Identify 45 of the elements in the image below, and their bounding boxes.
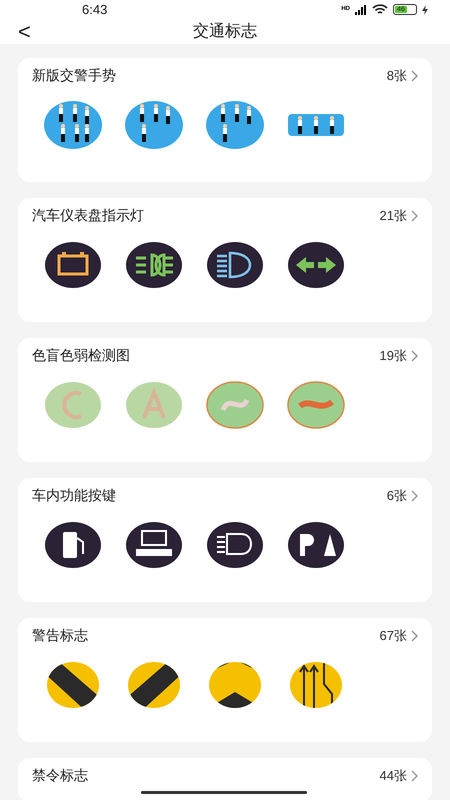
status-time: 6:43 [82,1,108,19]
charging-icon [422,4,428,15]
image-count: 21张 [380,206,407,225]
traffic-police-gesture-drawing [205,100,265,150]
category-title: 警告标志 [32,626,88,645]
chevron-right-icon [411,490,418,502]
dashboard-light-drawing [43,240,103,290]
image-count: 19张 [380,346,407,365]
chevron-right-icon [411,70,418,82]
category-card[interactable]: 汽车仪表盘指示灯 21张 [18,198,432,322]
traffic-police-gesture-drawing [43,100,103,150]
category-title: 新版交警手势 [32,66,116,85]
category-title: 色盲色弱检测图 [32,346,130,365]
color-vision-test-plate-drawing [286,380,346,430]
dashboard-light-drawing [205,240,265,290]
car-button-symbol-drawing [205,520,265,570]
car-button-symbol-drawing [43,520,103,570]
car-button-symbol-drawing [124,520,184,570]
traffic-police-gesture-drawing [124,100,184,150]
category-title: 禁令标志 [32,766,88,785]
category-card[interactable]: 车内功能按键 6张 [18,478,432,602]
dashboard-light-drawing [286,240,346,290]
color-vision-test-plate-drawing [43,380,103,430]
signal-icon [355,4,367,15]
image-count: 8张 [386,66,407,85]
dashboard-light-drawing [124,240,184,290]
image-count: 44张 [380,766,407,785]
chevron-right-icon [411,770,418,782]
color-vision-test-plate-drawing [124,380,184,430]
category-card[interactable]: 禁令标志 44张 [18,758,432,800]
category-title: 车内功能按键 [32,486,116,505]
color-vision-test-plate-drawing [205,380,265,430]
image-count: 6张 [386,486,407,505]
chevron-right-icon [411,210,418,222]
category-title: 汽车仪表盘指示灯 [32,206,144,225]
category-card[interactable]: 警告标志 67张 [18,618,432,742]
page-title: 交通标志 [193,22,257,42]
chevron-right-icon [411,630,418,642]
wifi-icon [372,4,388,16]
category-card[interactable]: 新版交警手势 8张 [18,58,432,182]
image-count: 67张 [380,626,407,645]
car-button-symbol-drawing [286,520,346,570]
chevron-right-icon [411,350,418,362]
back-button[interactable]: < [16,20,33,42]
category-card[interactable]: 色盲色弱检测图 19张 [18,338,432,462]
